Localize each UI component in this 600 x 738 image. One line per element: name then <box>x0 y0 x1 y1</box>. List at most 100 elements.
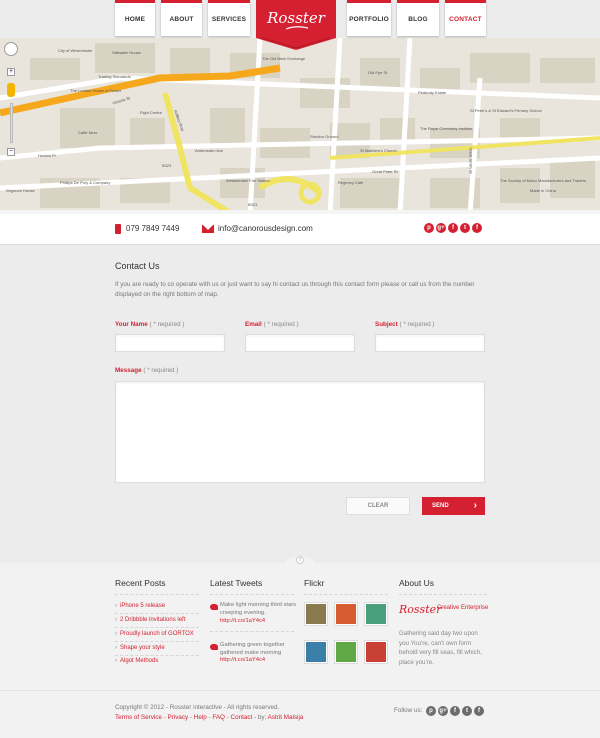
twitter-icon[interactable]: t <box>460 223 470 233</box>
recent-post-link[interactable]: iPhone 5 release <box>115 603 165 609</box>
flickr-thumb-image <box>336 642 356 662</box>
map-label: The Society of Motor Manufacturers and T… <box>500 178 587 183</box>
google-plus-icon[interactable]: g+ <box>438 706 448 716</box>
flickr-icon[interactable]: f <box>448 223 458 233</box>
flickr-thumb-image <box>306 604 326 624</box>
page-title: Contact Us <box>115 261 160 271</box>
map-label: The Royal Chemistry Institute <box>420 126 473 131</box>
footer-divider <box>0 690 600 691</box>
map-label: Made in China <box>530 188 556 193</box>
flickr-thumb[interactable] <box>364 640 388 664</box>
flickr-thumb[interactable] <box>304 640 328 664</box>
faq-link[interactable]: FAQ <box>212 714 225 721</box>
map-label: City of Westminster <box>58 48 93 53</box>
about-text: Gathering said day two upon you You're, … <box>399 630 482 666</box>
map-label: B323 <box>248 202 258 207</box>
footer-logo: Rosster <box>399 603 442 616</box>
send-button[interactable]: SEND › <box>422 497 485 515</box>
divider <box>115 613 199 614</box>
tweet-text: Make light morning third stars creeping … <box>220 602 297 616</box>
nav-home[interactable]: HOME <box>115 0 155 36</box>
flickr-thumb-image <box>306 642 326 662</box>
recent-posts-title: Recent Posts <box>115 578 166 588</box>
flickr-thumb[interactable] <box>304 602 328 626</box>
map-label: B323 <box>162 163 172 168</box>
email-field[interactable] <box>245 334 355 352</box>
pegman-icon[interactable] <box>7 83 15 97</box>
email-address[interactable]: info@canorousdesign.com <box>218 224 313 233</box>
facebook-icon[interactable]: f <box>472 223 482 233</box>
flickr-title: Flickr <box>304 578 325 588</box>
tweet-link[interactable]: http://t.co/1aY4c4 <box>220 618 265 624</box>
nav-contact[interactable]: CONTACT <box>445 0 486 36</box>
terms-link[interactable]: Terms of Service <box>115 714 162 721</box>
mail-icon <box>202 225 214 233</box>
nav-services[interactable]: SERVICES <box>208 0 250 36</box>
recent-post-link[interactable]: 2 Dribbble invitations left <box>115 617 185 623</box>
tweet-text: Gathering green together gathered make m… <box>220 642 285 656</box>
facebook-icon[interactable]: f <box>474 706 484 716</box>
about-title: About Us <box>399 578 434 588</box>
flickr-thumb[interactable] <box>364 602 388 626</box>
map-label: Trading Standards <box>98 74 131 79</box>
divider <box>210 594 294 595</box>
social-links-top: p g+ f t f <box>424 223 482 233</box>
map-pan-control[interactable] <box>4 42 18 56</box>
map-label: Caffè Nero <box>78 130 98 135</box>
contact-link[interactable]: Contact <box>231 714 253 721</box>
google-plus-icon[interactable]: g+ <box>436 223 446 233</box>
scroll-top-icon[interactable]: ↑ <box>296 556 304 564</box>
social-links-bottom: p g+ f t f <box>426 706 484 716</box>
message-field[interactable] <box>115 381 485 483</box>
flickr-thumb[interactable] <box>334 640 358 664</box>
footer-tagline: Creative Enterprise <box>437 605 489 611</box>
tweet-link[interactable]: http://t.co/1aY4c4 <box>220 657 265 663</box>
map-label: Howick Pl <box>38 153 56 158</box>
twitter-icon[interactable]: t <box>462 706 472 716</box>
twitter-bird-icon <box>210 604 218 610</box>
zoom-out-button[interactable]: − <box>7 148 15 156</box>
intro-text: If you are ready to co operate with us o… <box>115 281 475 298</box>
author-link[interactable]: Astrit Malsija <box>268 714 304 721</box>
privacy-link[interactable]: Privacy <box>168 714 189 721</box>
message-label: Message ( * required ) <box>115 367 179 374</box>
zoom-slider[interactable] <box>10 103 13 143</box>
latest-tweets-title: Latest Tweets <box>210 578 263 588</box>
map-label: Ambrosden Ave <box>195 148 224 153</box>
flickr-icon[interactable]: f <box>450 706 460 716</box>
map-label: Fight Centre <box>140 110 163 115</box>
pinterest-icon[interactable]: p <box>426 706 436 716</box>
clear-button[interactable]: CLEAR <box>346 497 410 515</box>
flickr-thumb-image <box>366 604 386 624</box>
twitter-bird-icon <box>210 644 218 650</box>
subject-label: Subject ( * required ) <box>375 321 435 328</box>
recent-post-link[interactable]: Proudly launch of GORTOX <box>115 631 194 637</box>
nav-about[interactable]: ABOUT <box>161 0 202 36</box>
nav-blog[interactable]: BLOG <box>397 0 439 36</box>
help-link[interactable]: Help <box>194 714 207 721</box>
divider <box>115 627 199 628</box>
bottom-links: Terms of Service - Privacy - Help - FAQ … <box>115 714 304 721</box>
map-label: St Peter's & St Edward's Primary School <box>470 108 542 113</box>
pinterest-icon[interactable]: p <box>424 223 434 233</box>
recent-post-link[interactable]: Shape your style <box>115 645 165 651</box>
name-field[interactable] <box>115 334 225 352</box>
map-label: St Matthew's Church <box>360 148 397 153</box>
recent-post-link[interactable]: Algot Methods <box>115 658 158 664</box>
map-label: Westminster Fire Station <box>226 178 270 183</box>
nav-portfolio[interactable]: PORTFOLIO <box>347 0 391 36</box>
map-label: Wigmore House <box>6 188 35 193</box>
map-label: The London House of Fraser <box>70 88 122 93</box>
zoom-in-button[interactable]: + <box>7 68 15 76</box>
contact-bar: 079 7849 7449 info@canorousdesign.com p … <box>0 214 600 245</box>
logo[interactable]: Rosster <box>256 0 336 50</box>
logo-text: Rosster <box>267 9 325 27</box>
map[interactable]: + − City of Westminster Stillwater House… <box>0 38 600 214</box>
flickr-thumb[interactable] <box>334 602 358 626</box>
flickr-thumb-image <box>366 642 386 662</box>
map-label: Stillwater House <box>112 50 141 55</box>
subject-field[interactable] <box>375 334 485 352</box>
divider <box>399 594 487 595</box>
map-label: Regency Cafe <box>338 180 364 185</box>
name-label: Your Name ( * required ) <box>115 321 185 328</box>
